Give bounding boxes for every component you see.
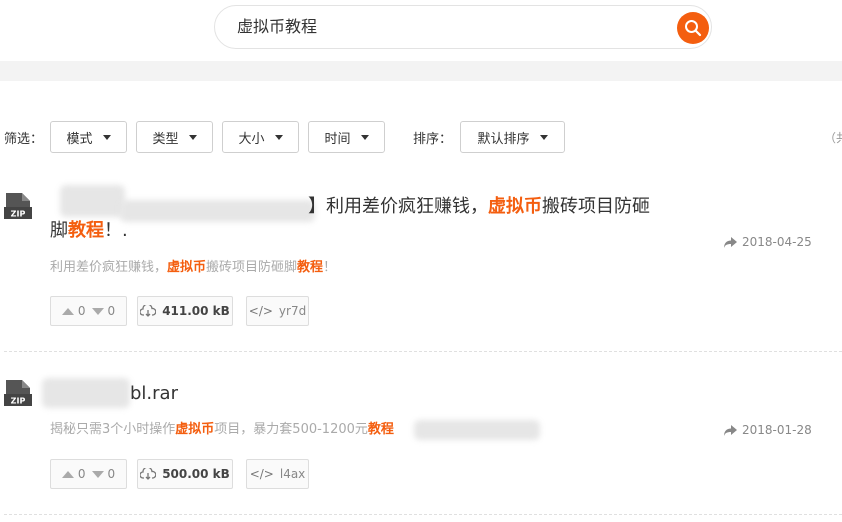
desc-text: 搬砖项目防砸脚 (206, 260, 298, 275)
title-highlight: 虚拟币 (488, 196, 542, 217)
redacted-text (60, 185, 125, 217)
thumb-up-icon (61, 470, 74, 478)
type-dropdown[interactable]: 类型 (136, 121, 213, 153)
caret-down-icon (274, 134, 283, 140)
mode-dropdown-label: 模式 (66, 131, 93, 147)
downvote[interactable]: 0 (91, 467, 116, 481)
title-text: ！. (104, 220, 128, 241)
title-highlight: 教程 (68, 220, 104, 241)
result-date: 2018-04-25 (724, 235, 812, 249)
title-text: 脚 (50, 220, 68, 241)
desc-highlight: 教程 (367, 422, 394, 437)
file-size-box: 500.00 kB (137, 459, 233, 489)
redacted-text (42, 378, 130, 408)
size-dropdown[interactable]: 大小 (222, 121, 299, 153)
filter-label: 筛选： (4, 132, 44, 147)
redacted-text (120, 200, 315, 222)
downvote-count: 0 (107, 467, 116, 481)
search-button[interactable] (677, 12, 709, 44)
result-divider (4, 351, 842, 352)
code-icon: </> (248, 304, 273, 318)
share-arrow-icon (724, 424, 737, 436)
zip-file-icon: ZIP (4, 193, 32, 223)
vote-box[interactable]: 0 0 (50, 296, 127, 326)
total-count-hint: （共 (824, 131, 842, 145)
time-dropdown[interactable]: 时间 (308, 121, 385, 153)
downvote-count: 0 (107, 304, 116, 318)
file-size: 411.00 kB (162, 304, 230, 318)
sort-dropdown-label: 默认排序 (477, 131, 530, 147)
extract-code: yr7d (278, 304, 307, 318)
result-divider (4, 514, 842, 515)
vote-box[interactable]: 0 0 (50, 459, 127, 489)
file-size: 500.00 kB (162, 467, 230, 481)
desc-text: 揭秘只需3个小时操作 (50, 422, 176, 437)
desc-text: 利用差价疯狂赚钱， (50, 260, 168, 275)
time-dropdown-label: 时间 (324, 131, 351, 147)
result-title-link-line2[interactable]: 脚教程！. (50, 218, 128, 244)
desc-highlight: 虚拟币 (175, 422, 215, 437)
desc-text: 项目，暴力套500-1200元 (214, 422, 368, 437)
upvote-count: 0 (77, 467, 86, 481)
result-description: 揭秘只需3个小时操作虚拟币项目，暴力套500-1200元教程 (50, 418, 394, 437)
extract-code-box[interactable]: </> yr7d (246, 296, 309, 326)
file-size-box: 411.00 kB (137, 296, 233, 326)
sort-dropdown[interactable]: 默认排序 (460, 121, 565, 153)
result-date: 2018-01-28 (724, 423, 812, 437)
upvote[interactable]: 0 (61, 304, 86, 318)
caret-down-icon (539, 134, 548, 140)
extract-code: l4ax (279, 467, 306, 481)
zip-file-icon: ZIP (4, 380, 32, 410)
upvote-count: 0 (77, 304, 86, 318)
sort-label: 排序： (413, 132, 453, 147)
caret-down-icon (188, 134, 197, 140)
result-title-link[interactable]: bl.rar (130, 381, 178, 407)
desc-highlight: 教程 (297, 260, 324, 275)
section-separator (0, 61, 842, 81)
type-dropdown-label: 类型 (152, 131, 179, 147)
caret-down-icon (360, 134, 369, 140)
desc-text: ！ (323, 260, 337, 275)
search-input[interactable] (237, 6, 657, 48)
date-text: 2018-04-25 (742, 235, 812, 249)
code-icon: </> (249, 467, 274, 481)
upvote[interactable]: 0 (61, 467, 86, 481)
result-title-link[interactable]: 】利用差价疯狂赚钱，虚拟币搬砖项目防砸 (308, 194, 650, 220)
downvote[interactable]: 0 (91, 304, 116, 318)
cloud-download-icon (140, 305, 157, 317)
caret-down-icon (102, 134, 111, 140)
mode-dropdown[interactable]: 模式 (50, 121, 127, 153)
title-text: 搬砖项目防砸 (542, 196, 650, 217)
title-text: 】利用差价疯狂赚钱， (308, 196, 488, 217)
search-icon (685, 20, 702, 37)
redacted-text (414, 420, 540, 440)
size-dropdown-label: 大小 (238, 131, 265, 147)
search-bar (214, 5, 712, 49)
cloud-download-icon (140, 468, 157, 480)
title-text: bl.rar (130, 383, 178, 404)
share-arrow-icon (724, 236, 737, 248)
date-text: 2018-01-28 (742, 423, 812, 437)
thumb-down-icon (91, 307, 104, 315)
thumb-down-icon (91, 470, 104, 478)
result-description: 利用差价疯狂赚钱，虚拟币搬砖项目防砸脚教程！ (50, 256, 336, 275)
extract-code-box[interactable]: </> l4ax (246, 459, 309, 489)
svg-text:ZIP: ZIP (11, 397, 26, 406)
thumb-up-icon (61, 307, 74, 315)
svg-text:ZIP: ZIP (11, 210, 26, 219)
desc-highlight: 虚拟币 (167, 260, 207, 275)
